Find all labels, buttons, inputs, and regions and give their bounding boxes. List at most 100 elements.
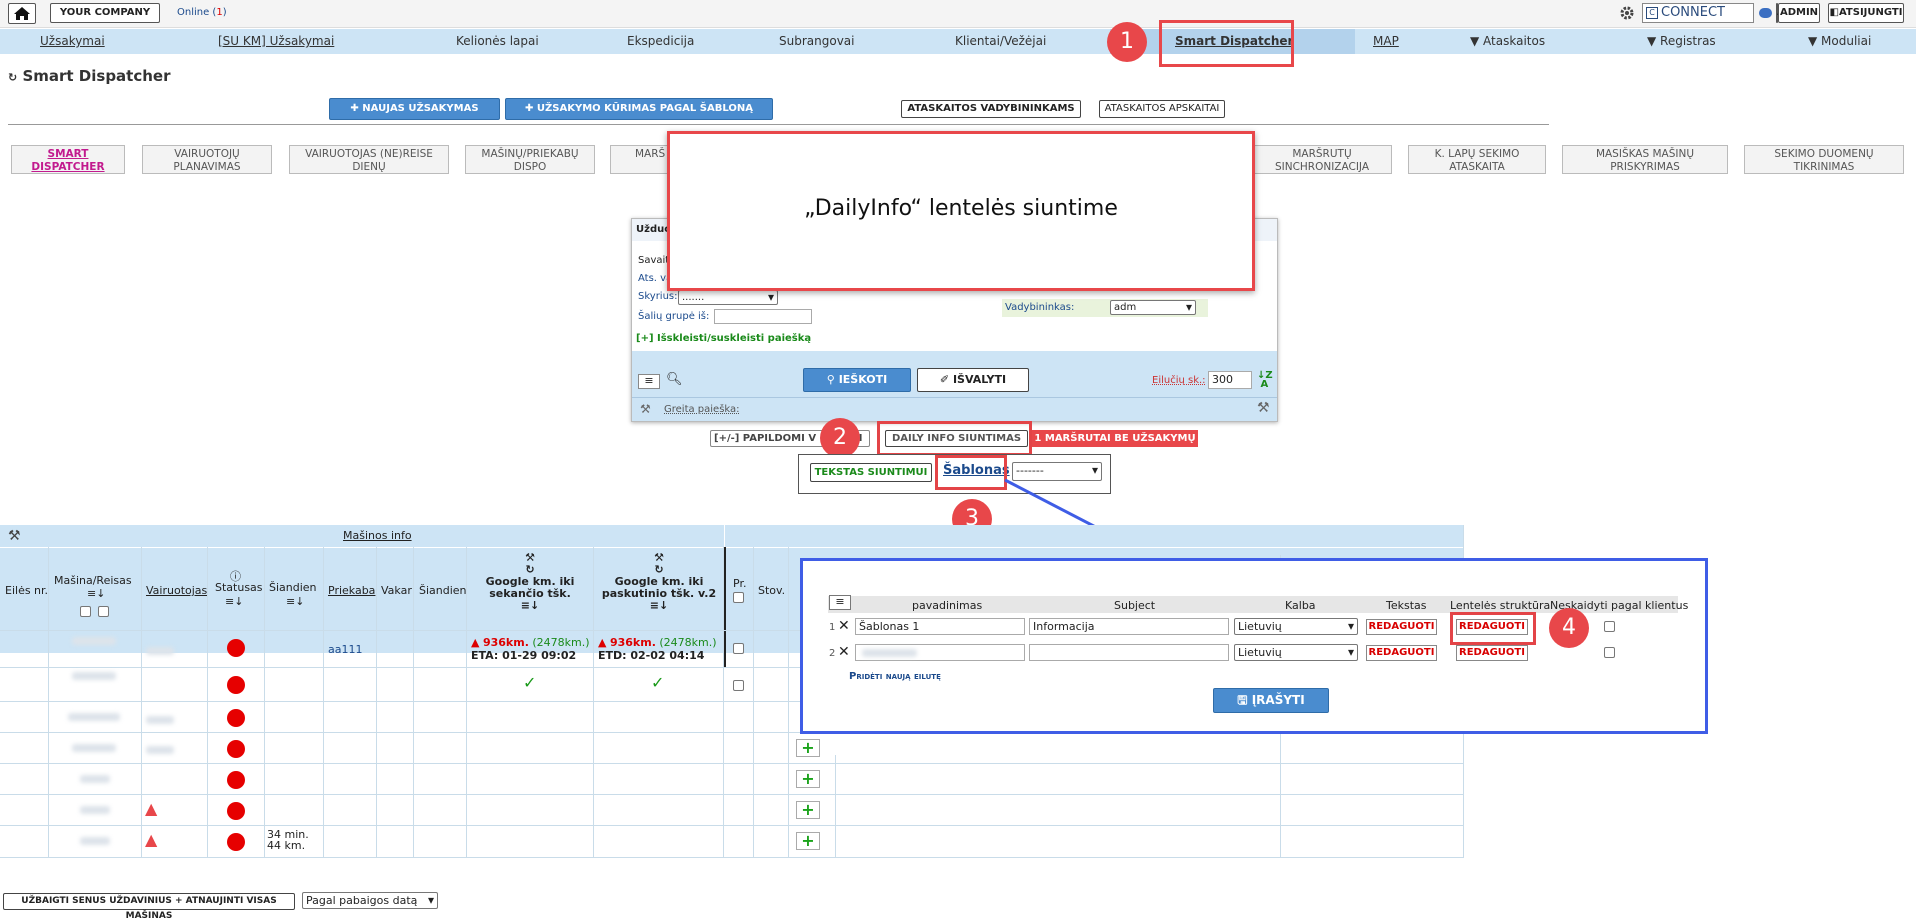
vsep (593, 547, 594, 857)
sort-icon-last: ≡↓ (649, 599, 669, 612)
add-row-button[interactable]: + (796, 832, 820, 850)
reports-accounting-button[interactable]: ATASKAITOS APSKAITAI (1099, 100, 1225, 118)
delete-icon[interactable]: ✕ (838, 644, 850, 660)
table-row-driver[interactable] (146, 716, 174, 724)
online-status[interactable]: Online (1) (177, 7, 227, 18)
col-masina-reisas[interactable]: Mašina/Reisas (54, 574, 132, 587)
col-vairuotojas[interactable]: Vairuotojas (146, 584, 207, 597)
col-pr: Pr. (733, 577, 747, 590)
sort-by-select[interactable]: Pagal pabaigos datą (302, 892, 438, 909)
no-split-checkbox[interactable] (1604, 647, 1615, 658)
table-row-vehicle[interactable] (72, 637, 116, 645)
table-row-driver[interactable] (146, 647, 174, 655)
page-title: ↻ Smart Dispatcher (8, 67, 171, 85)
text-send-button[interactable]: TEKSTAS SIUNTIMUI (810, 463, 932, 482)
company-button[interactable]: YOUR COMPANY (50, 3, 160, 23)
table-row-vehicle[interactable] (68, 713, 120, 721)
tools-right-icon[interactable]: ⚒ (1257, 400, 1270, 416)
edit-structure-button[interactable]: REDAGUOTI (1456, 645, 1528, 661)
tab-vairuotojas-reise[interactable]: VAIRUOTOJAS (NE)REISE DIENŲ (289, 145, 449, 174)
col-priekaba[interactable]: Priekaba (328, 584, 375, 597)
col-statusas[interactable]: Statusas (215, 581, 263, 594)
table-row-driver[interactable] (146, 746, 174, 754)
quick-search-label[interactable]: Greita paieška: (664, 404, 740, 415)
tab-masiskas-priskyrimas[interactable]: MASIŠKAS MAŠINŲ PRISKYRIMAS (1562, 145, 1728, 174)
rows-count-input[interactable]: 300 (1208, 371, 1252, 389)
nav-ataskaitos[interactable]: ▼ Ataskaitos (1470, 34, 1545, 48)
template-subject-input[interactable] (1029, 644, 1229, 661)
clear-button[interactable]: ✐ IŠVALYTI (917, 368, 1029, 392)
template-lang-select[interactable]: Lietuvių (1234, 618, 1358, 635)
trailer-value[interactable]: aa111 (328, 643, 362, 656)
edit-text-button[interactable]: REDAGUOTI (1366, 645, 1437, 661)
tab-smart-dispatcher[interactable]: SMART DISPATCHER (11, 145, 125, 174)
order-by-template-button[interactable]: ✚ UŽSAKYMO KŪRIMAS PAGAL ŠABLONĄ (505, 98, 773, 120)
tab-vairuotoju-planavimas[interactable]: VAIRUOTOJŲ PLANAVIMAS (142, 145, 272, 174)
sort-icon-masina[interactable]: ≡↓ (87, 587, 105, 600)
checkbox-pr-all[interactable] (733, 592, 744, 603)
sort-az-icon[interactable]: ↓Z A (1257, 371, 1273, 390)
table-row-vehicle[interactable] (80, 806, 110, 814)
templates-menu-icon[interactable]: ≡ (829, 595, 851, 610)
tcol-struktura: Lentelės struktūra (1450, 599, 1551, 612)
nav-map[interactable]: MAP (1373, 34, 1399, 48)
template-name-input[interactable]: Šablonas 1 (855, 618, 1025, 635)
new-order-button[interactable]: ✚ NAUJAS UŽSAKYMAS (329, 98, 500, 120)
group-header-bar (0, 525, 1464, 547)
col-siandien[interactable]: Šiandien (269, 581, 317, 594)
reports-managers-button[interactable]: ATASKAITOS VADYBININKAMS (901, 100, 1081, 118)
nav-moduliai[interactable]: ▼ Moduliai (1808, 34, 1871, 48)
nav-uzsakymai[interactable]: Užsakymai (40, 34, 105, 48)
row-sep (0, 547, 1464, 548)
chat-icon[interactable] (1759, 8, 1772, 18)
sort-icon-statusas[interactable]: ≡↓ (225, 595, 243, 608)
logout-button[interactable]: ◧ATSIJUNGTI (1828, 3, 1904, 23)
status-red-dot (227, 639, 245, 657)
expand-search-link[interactable]: [+] Išskleisti/suskleisti paiešką (636, 333, 811, 344)
checkbox-masina-1[interactable] (80, 606, 91, 617)
admin-user-button[interactable]: ADMIN (1778, 3, 1820, 23)
home-button[interactable] (8, 3, 36, 24)
no-split-checkbox[interactable] (1604, 621, 1615, 632)
checkbox-masina-2[interactable] (98, 606, 109, 617)
col-google-next[interactable]: ⚒ ↻ Google km. iki sekančio tšk. ≡↓ (467, 552, 593, 612)
row-checkbox-pr[interactable] (733, 643, 744, 654)
edit-text-button[interactable]: REDAGUOTI (1366, 619, 1437, 635)
zoom-icon[interactable]: 🔍︎ (666, 372, 683, 387)
add-template-row-link[interactable]: Pridėti naują eilutę (849, 671, 941, 682)
nav-keliones-lapai[interactable]: Kelionės lapai (456, 34, 539, 48)
menu-icon[interactable]: ≡ (638, 374, 660, 389)
vadybininkas-select[interactable]: adm (1110, 300, 1196, 315)
sort-icon-siandien[interactable]: ≡↓ (286, 595, 304, 608)
connect-button[interactable]: C CONNECT (1642, 3, 1754, 23)
search-button[interactable]: ⚲ IEŠKOTI (803, 368, 911, 392)
tab-klapu-sekimo[interactable]: K. LAPŲ SEKIMO ATASKAITA (1408, 145, 1546, 174)
nav-subrangovai[interactable]: Subrangovai (779, 34, 854, 48)
delete-icon[interactable]: ✕ (838, 618, 850, 634)
table-row-vehicle[interactable] (72, 744, 116, 752)
col-google-last[interactable]: ⚒ ↻ Google km. iki paskutinio tšk. v.2 ≡↓ (596, 552, 722, 612)
add-row-button[interactable]: + (796, 770, 820, 788)
nav-klientai-vezejai[interactable]: Klientai/Vežėjai (955, 34, 1046, 48)
skyrius-select[interactable]: ....... (678, 290, 778, 305)
row-checkbox-pr[interactable] (733, 680, 744, 691)
tab-sekimo-tikrinimas[interactable]: SEKIMO DUOMENŲ TIKRINIMAS (1744, 145, 1904, 174)
nav-ekspedicija[interactable]: Ekspedicija (627, 34, 694, 48)
tab-masinu-dispo[interactable]: MAŠINŲ/PRIEKABŲ DISPO (465, 145, 595, 174)
template-subject-input[interactable]: Informacija (1029, 618, 1229, 635)
template-lang-select[interactable]: Lietuvių (1234, 644, 1358, 661)
save-button[interactable]: 🖫︎ ĮRAŠYTI (1213, 688, 1329, 713)
tab-marsrutu-sinchronizacija[interactable]: MARŠRUTŲ SINCHRONIZACIJA (1252, 145, 1392, 174)
tab-marsrutai[interactable]: MARŠ (610, 145, 670, 174)
table-row-vehicle[interactable] (80, 775, 110, 783)
add-row-button[interactable]: + (796, 739, 820, 757)
add-row-button[interactable]: + (796, 801, 820, 819)
saliu-input[interactable] (714, 309, 812, 324)
table-row-vehicle[interactable] (72, 672, 116, 680)
nav-su-km-uzsakymai[interactable]: [SU KM] Užsakymai (218, 34, 334, 48)
table-row-vehicle[interactable] (80, 837, 110, 845)
routes-without-orders-badge[interactable]: 1 MARŠRUTAI BE UŽSAKYMŲ (1032, 430, 1198, 447)
nav-registras[interactable]: ▼ Registras (1647, 34, 1716, 48)
tools-icon-table[interactable]: ⚒ (8, 528, 21, 544)
gear-icon[interactable] (1619, 5, 1635, 21)
